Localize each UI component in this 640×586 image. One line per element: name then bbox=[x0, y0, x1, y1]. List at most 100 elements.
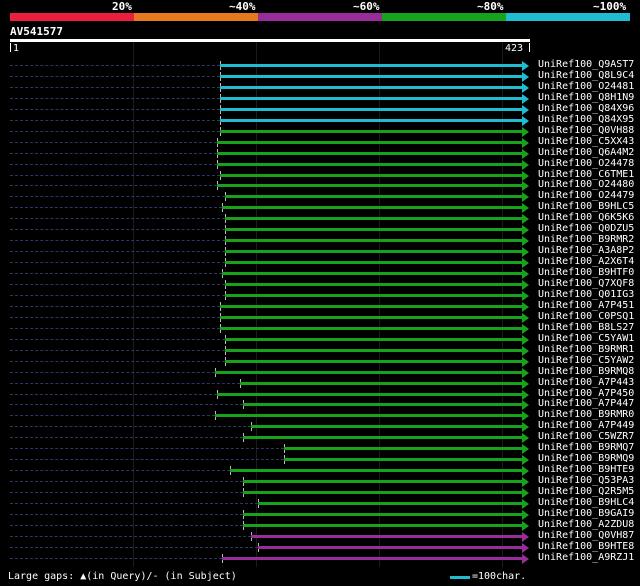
hit-alignment-bar[interactable] bbox=[225, 195, 522, 198]
hit-label[interactable]: UniRef100_B9RMQ8 bbox=[538, 366, 634, 377]
hit-label[interactable]: UniRef100_B9HTE9 bbox=[538, 464, 634, 475]
hit-alignment-bar[interactable] bbox=[222, 557, 522, 560]
hit-label[interactable]: UniRef100_C5YAW2 bbox=[538, 355, 634, 366]
hit-alignment-bar[interactable] bbox=[225, 294, 522, 297]
hit-arrow-icon bbox=[522, 290, 529, 301]
hit-label[interactable]: UniRef100_O24479 bbox=[538, 190, 634, 201]
hit-label[interactable]: UniRef100_Q7XQF8 bbox=[538, 278, 634, 289]
hit-alignment-bar[interactable] bbox=[220, 327, 522, 330]
hit-alignment-bar[interactable] bbox=[284, 458, 522, 461]
hit-alignment-bar[interactable] bbox=[258, 546, 522, 549]
hit-label[interactable]: UniRef100_C0PSQ1 bbox=[538, 311, 634, 322]
hit-label[interactable]: UniRef100_A2X6T4 bbox=[538, 256, 634, 267]
hit-alignment-bar[interactable] bbox=[225, 250, 522, 253]
hit-alignment-bar[interactable] bbox=[243, 491, 522, 494]
hit-alignment-bar[interactable] bbox=[225, 349, 522, 352]
hit-alignment-bar[interactable] bbox=[251, 535, 522, 538]
hit-alignment-bar[interactable] bbox=[222, 206, 522, 209]
hit-alignment-bar[interactable] bbox=[220, 64, 522, 67]
hit-alignment-bar[interactable] bbox=[258, 502, 522, 505]
hit-label[interactable]: UniRef100_B9RMR0 bbox=[538, 409, 634, 420]
hit-label[interactable]: UniRef100_B9RMR2 bbox=[538, 234, 634, 245]
hit-label[interactable]: UniRef100_C5XX43 bbox=[538, 136, 634, 147]
hit-alignment-bar[interactable] bbox=[220, 130, 522, 133]
hit-alignment-bar[interactable] bbox=[225, 217, 522, 220]
hit-alignment-bar[interactable] bbox=[215, 414, 522, 417]
hit-arrow-icon bbox=[522, 301, 529, 312]
hit-alignment-bar[interactable] bbox=[243, 436, 522, 439]
hit-unaligned-region bbox=[10, 536, 251, 537]
hit-alignment-bar[interactable] bbox=[217, 163, 522, 166]
hit-alignment-bar[interactable] bbox=[225, 261, 522, 264]
hit-label[interactable]: UniRef100_B9HLC4 bbox=[538, 497, 634, 508]
hit-label[interactable]: UniRef100_Q84X96 bbox=[538, 103, 634, 114]
hit-alignment-bar[interactable] bbox=[251, 425, 522, 428]
hit-label[interactable]: UniRef100_A3A8P2 bbox=[538, 245, 634, 256]
hit-alignment-bar[interactable] bbox=[243, 480, 522, 483]
hit-alignment-bar[interactable] bbox=[220, 97, 522, 100]
hit-arrow-icon bbox=[522, 323, 529, 334]
hit-alignment-bar[interactable] bbox=[225, 239, 522, 242]
hit-alignment-bar[interactable] bbox=[222, 272, 522, 275]
hit-arrow-icon bbox=[522, 399, 529, 410]
hit-label[interactable]: UniRef100_A9RZJ1 bbox=[538, 552, 634, 563]
hit-label[interactable]: UniRef100_A7P449 bbox=[538, 420, 634, 431]
hit-alignment-bar[interactable] bbox=[217, 393, 522, 396]
hit-label[interactable]: UniRef100_Q8H1N9 bbox=[538, 92, 634, 103]
hit-label[interactable]: UniRef100_C5WZR7 bbox=[538, 431, 634, 442]
hit-alignment-bar[interactable] bbox=[220, 119, 522, 122]
hit-alignment-bar[interactable] bbox=[220, 75, 522, 78]
hit-alignment-bar[interactable] bbox=[243, 403, 522, 406]
hit-arrow-icon bbox=[522, 71, 529, 82]
hit-label[interactable]: UniRef100_Q01IG3 bbox=[538, 289, 634, 300]
hit-alignment-bar[interactable] bbox=[284, 447, 522, 450]
hit-alignment-bar[interactable] bbox=[243, 513, 522, 516]
hit-label[interactable]: UniRef100_Q0DZU5 bbox=[538, 223, 634, 234]
hit-label[interactable]: UniRef100_A7P443 bbox=[538, 377, 634, 388]
hit-alignment-bar[interactable] bbox=[220, 316, 522, 319]
hit-alignment-bar[interactable] bbox=[243, 524, 522, 527]
hit-label[interactable]: UniRef100_Q84X95 bbox=[538, 114, 634, 125]
hit-label[interactable]: UniRef100_B9HLC5 bbox=[538, 201, 634, 212]
hit-alignment-bar[interactable] bbox=[220, 86, 522, 89]
hit-label[interactable]: UniRef100_B9HTF0 bbox=[538, 267, 634, 278]
hit-label[interactable]: UniRef100_Q0VH87 bbox=[538, 530, 634, 541]
hit-label[interactable]: UniRef100_C5YAW1 bbox=[538, 333, 634, 344]
hit-alignment-bar[interactable] bbox=[217, 184, 522, 187]
hit-alignment-bar[interactable] bbox=[215, 371, 522, 374]
hit-arrow-icon bbox=[522, 509, 529, 520]
hit-label[interactable]: UniRef100_B9RMQ7 bbox=[538, 442, 634, 453]
hit-label[interactable]: UniRef100_Q53PA3 bbox=[538, 475, 634, 486]
hit-label[interactable]: UniRef100_O24481 bbox=[538, 81, 634, 92]
hit-label[interactable]: UniRef100_Q8L9C4 bbox=[538, 70, 634, 81]
hit-label[interactable]: UniRef100_B9RMQ9 bbox=[538, 453, 634, 464]
hit-label[interactable]: UniRef100_O24480 bbox=[538, 179, 634, 190]
hit-alignment-bar[interactable] bbox=[225, 228, 522, 231]
hit-alignment-bar[interactable] bbox=[217, 152, 522, 155]
hit-alignment-bar[interactable] bbox=[230, 469, 522, 472]
hit-label[interactable]: UniRef100_Q2R5M5 bbox=[538, 486, 634, 497]
hit-label[interactable]: UniRef100_B8LS27 bbox=[538, 322, 634, 333]
hit-label[interactable]: UniRef100_A2ZDU8 bbox=[538, 519, 634, 530]
hit-alignment-bar[interactable] bbox=[220, 108, 522, 111]
hit-label[interactable]: UniRef100_B9RMR1 bbox=[538, 344, 634, 355]
hit-alignment-bar[interactable] bbox=[220, 305, 522, 308]
hit-label[interactable]: UniRef100_Q6K5K6 bbox=[538, 212, 634, 223]
hit-alignment-bar[interactable] bbox=[225, 360, 522, 363]
hit-alignment-bar[interactable] bbox=[225, 338, 522, 341]
hit-label[interactable]: UniRef100_O24478 bbox=[538, 158, 634, 169]
hit-label[interactable]: UniRef100_Q6A4M2 bbox=[538, 147, 634, 158]
hit-alignment-bar[interactable] bbox=[240, 382, 522, 385]
hit-label[interactable]: UniRef100_Q9AST7 bbox=[538, 59, 634, 70]
hit-arrow-icon bbox=[522, 410, 529, 421]
hit-unaligned-region bbox=[10, 153, 217, 154]
hit-label[interactable]: UniRef100_A7P447 bbox=[538, 398, 634, 409]
hit-label[interactable]: UniRef100_A7P451 bbox=[538, 300, 634, 311]
hit-arrow-icon bbox=[522, 148, 529, 159]
hit-alignment-bar[interactable] bbox=[220, 174, 522, 177]
hit-alignment-bar[interactable] bbox=[225, 283, 522, 286]
hit-label[interactable]: UniRef100_B9GAI9 bbox=[538, 508, 634, 519]
hit-label[interactable]: UniRef100_Q0VH88 bbox=[538, 125, 634, 136]
hit-alignment-bar[interactable] bbox=[217, 141, 522, 144]
hit-label[interactable]: UniRef100_B9HTE8 bbox=[538, 541, 634, 552]
